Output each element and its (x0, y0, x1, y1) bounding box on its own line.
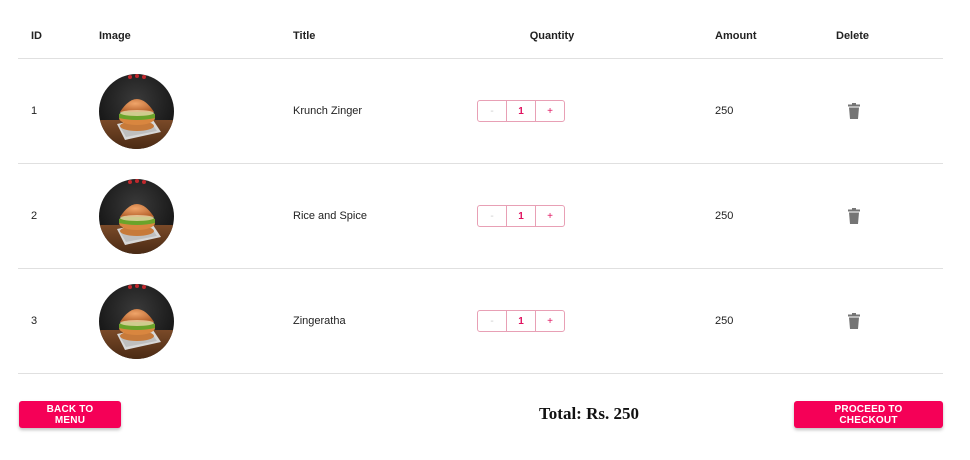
delete-cell (836, 269, 861, 373)
trash-icon[interactable] (847, 103, 861, 119)
product-image (99, 284, 174, 359)
header-title: Title (293, 30, 316, 42)
quantity-stepper: - 1 + (477, 205, 565, 227)
row-id: 2 (31, 210, 38, 222)
cart-total: Total: Rs. 250 (539, 404, 639, 423)
delete-cell (836, 164, 861, 268)
product-image (99, 74, 174, 149)
quantity-cell: - 1 + (477, 269, 627, 373)
row-id: 1 (31, 105, 38, 117)
row-title: Krunch Zinger (293, 105, 363, 117)
proceed-to-checkout-button[interactable]: PROCEED TO CHECKOUT (794, 401, 943, 428)
header-quantity: Quantity (529, 30, 575, 42)
trash-icon[interactable] (847, 313, 861, 329)
quantity-cell: - 1 + (477, 164, 627, 268)
row-title: Zingeratha (293, 315, 346, 327)
table-row: 3 Zingeratha - 1 + 250 (18, 269, 943, 374)
delete-cell (836, 59, 861, 163)
header-id: ID (31, 30, 42, 42)
header-delete: Delete (836, 30, 870, 42)
row-amount: 250 (715, 315, 734, 327)
cart-table: ID Image Title Quantity Amount Delete 1 … (18, 14, 943, 374)
row-amount: 250 (715, 105, 734, 117)
row-title: Rice and Spice (293, 210, 367, 222)
trash-icon[interactable] (847, 208, 861, 224)
decrease-button[interactable]: - (478, 311, 506, 331)
product-image (99, 179, 174, 254)
increase-button[interactable]: + (536, 206, 564, 226)
header-image: Image (99, 30, 131, 42)
decrease-button[interactable]: - (478, 206, 506, 226)
quantity-stepper: - 1 + (477, 100, 565, 122)
row-image-cell (99, 164, 174, 268)
back-to-menu-button[interactable]: BACK TO MENU (19, 401, 121, 428)
row-image-cell (99, 269, 174, 373)
row-id: 3 (31, 315, 38, 327)
row-image-cell (99, 59, 174, 163)
quantity-stepper: - 1 + (477, 310, 565, 332)
row-amount: 250 (715, 210, 734, 222)
header-amount: Amount (715, 30, 757, 42)
increase-button[interactable]: + (536, 101, 564, 121)
quantity-value: 1 (506, 311, 536, 331)
quantity-value: 1 (506, 101, 536, 121)
quantity-cell: - 1 + (477, 59, 627, 163)
increase-button[interactable]: + (536, 311, 564, 331)
table-header: ID Image Title Quantity Amount Delete (18, 14, 943, 59)
table-row: 2 Rice and Spice - 1 + 250 (18, 164, 943, 269)
table-row: 1 Krunch Zinger - 1 + 250 (18, 59, 943, 164)
decrease-button[interactable]: - (478, 101, 506, 121)
quantity-value: 1 (506, 206, 536, 226)
